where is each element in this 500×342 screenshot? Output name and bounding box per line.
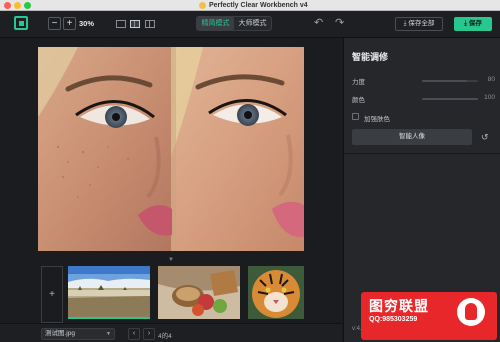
color-slider[interactable]: [422, 98, 478, 100]
save-all-label: 保存全部: [408, 20, 435, 27]
zoom-out-button[interactable]: −: [48, 17, 61, 30]
enhance-skin-checkbox[interactable]: [352, 113, 359, 120]
color-value: 100: [484, 94, 495, 101]
single-view-icon[interactable]: [116, 20, 126, 28]
window-zoom-button[interactable]: [24, 2, 31, 9]
undo-icon[interactable]: ↶: [314, 17, 323, 29]
before-after-photo[interactable]: [38, 47, 304, 251]
fruits-thumbnail-image: [158, 266, 240, 319]
bottom-bar: 测试图.jpg ▼ ‹ › 4的4: [0, 323, 342, 342]
watermark-mark-icon: [457, 298, 485, 326]
portrait-image: [38, 47, 304, 251]
tiger-thumbnail[interactable]: [248, 266, 304, 319]
mode-switch: 精简模式 大师模式: [196, 16, 272, 31]
watermark-title: 图穷联盟: [369, 298, 429, 314]
watermark-logo: 图穷联盟 QQ:985303259: [361, 292, 497, 340]
strength-slider[interactable]: [422, 80, 478, 82]
side-by-side-view-icon[interactable]: [130, 20, 140, 28]
zoom-level: 30%: [79, 19, 95, 28]
file-name: 测试图.jpg: [45, 330, 75, 337]
file-select[interactable]: 测试图.jpg ▼: [41, 328, 115, 340]
fruits-thumbnail[interactable]: [158, 266, 240, 319]
strength-value: 80: [487, 76, 495, 83]
color-label: 颜色: [352, 97, 365, 104]
beach-thumbnail[interactable]: [68, 266, 150, 319]
tiger-thumbnail-image: [248, 266, 304, 319]
split-view-icon[interactable]: [145, 20, 155, 28]
master-mode-tab[interactable]: 大师模式: [234, 17, 271, 30]
app-icon: [199, 2, 206, 9]
chevron-down-icon: ▼: [106, 331, 111, 337]
reset-icon[interactable]: ↺: [481, 131, 489, 143]
window-title: Perfectly Clear Workbench v4: [209, 2, 308, 9]
prev-image-button[interactable]: ‹: [128, 328, 140, 340]
save-label: 保存: [468, 20, 482, 27]
image-canvas[interactable]: ▼: [0, 38, 342, 263]
filmstrip: +: [0, 263, 342, 323]
window-close-button[interactable]: [4, 2, 11, 9]
panel-divider: [344, 153, 500, 154]
pager-text: 4的4: [158, 333, 172, 340]
beach-thumbnail-image: [68, 266, 150, 317]
app-logo-icon: [14, 16, 28, 30]
save-all-button[interactable]: ⤓ 保存全部: [395, 17, 443, 31]
watermark-subtitle: QQ:985303259: [369, 316, 418, 323]
strength-slider-row: 力度 80: [352, 76, 495, 86]
save-button[interactable]: ⤓ 保存: [454, 17, 492, 31]
strength-label: 力度: [352, 79, 365, 86]
redo-icon[interactable]: ↷: [335, 17, 344, 29]
next-image-button[interactable]: ›: [143, 328, 155, 340]
window-minimize-button[interactable]: [14, 2, 21, 9]
color-slider-row: 颜色 100: [352, 94, 495, 104]
panel-title: 智能调修: [352, 52, 389, 62]
enhance-skin-label: 加强肤色: [364, 116, 390, 123]
toolbar: − + 30% 精简模式 大师模式 ↶ ↷ ⤓ 保存全部 ⤓ 保存: [0, 11, 500, 38]
ai-portrait-button[interactable]: 智能人像: [352, 129, 472, 145]
simple-mode-tab[interactable]: 精简模式: [197, 17, 234, 30]
title-bar: Perfectly Clear Workbench v4: [0, 0, 500, 11]
zoom-in-button[interactable]: +: [63, 17, 76, 30]
add-image-button[interactable]: +: [41, 266, 63, 323]
